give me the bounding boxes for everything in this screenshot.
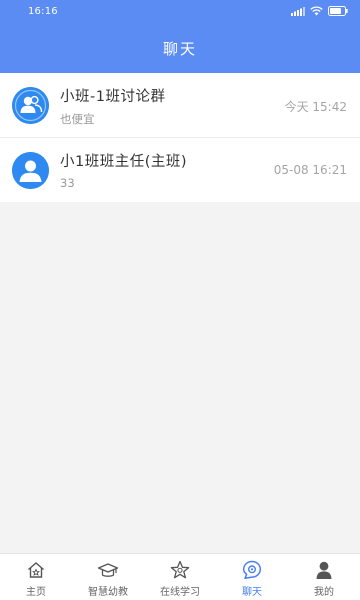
page-title: 聊天 — [162, 40, 197, 58]
tab-online-learning[interactable]: 在线学习 — [144, 554, 216, 600]
chat-preview: 也便宜 — [60, 112, 95, 126]
tab-label: 主页 — [26, 587, 46, 598]
tab-label: 在线学习 — [160, 587, 200, 598]
chat-time: 05-08 16:21 — [273, 163, 347, 177]
chat-list: 小班-1班讨论群 也便宜 今天 15:42 小1班班主任(主班) 33 05-0… — [0, 73, 360, 202]
battery-icon — [328, 6, 348, 16]
chat-name: 小班-1班讨论群 — [60, 89, 166, 105]
chat-name: 小1班班主任(主班) — [60, 154, 188, 170]
tab-label: 聊天 — [242, 587, 262, 598]
header-bar: 16:16 聊天 — [0, 0, 360, 73]
home-icon — [25, 559, 47, 581]
chat-preview: 33 — [60, 176, 75, 190]
signal-icon — [291, 6, 305, 16]
chat-time: 今天 15:42 — [284, 100, 347, 114]
tab-home[interactable]: 主页 — [0, 554, 72, 600]
tab-mine[interactable]: 我的 — [288, 554, 360, 600]
bottom-tab-bar: 主页 智慧幼教 在线学习 聊天 我的 — [0, 553, 360, 600]
tab-label: 智慧幼教 — [88, 587, 128, 598]
group-avatar-icon — [12, 87, 49, 124]
chat-item-teacher[interactable]: 小1班班主任(主班) 33 05-08 16:21 — [0, 137, 360, 202]
graduation-cap-icon — [97, 559, 119, 581]
chat-screen: 16:16 聊天 小班-1班讨论群 也便宜 今天 15:42 小1班班主任(主班… — [0, 0, 360, 600]
person-avatar-icon — [12, 152, 49, 189]
user-icon — [313, 559, 335, 581]
tab-label: 我的 — [314, 587, 334, 598]
wifi-icon — [310, 6, 323, 16]
status-icons — [291, 6, 348, 16]
chat-item-group[interactable]: 小班-1班讨论群 也便宜 今天 15:42 — [0, 73, 360, 137]
tab-smart-education[interactable]: 智慧幼教 — [72, 554, 144, 600]
chat-icon — [241, 559, 263, 581]
status-time: 16:16 — [28, 6, 58, 17]
tab-chat[interactable]: 聊天 — [216, 554, 288, 600]
star-icon — [169, 559, 191, 581]
